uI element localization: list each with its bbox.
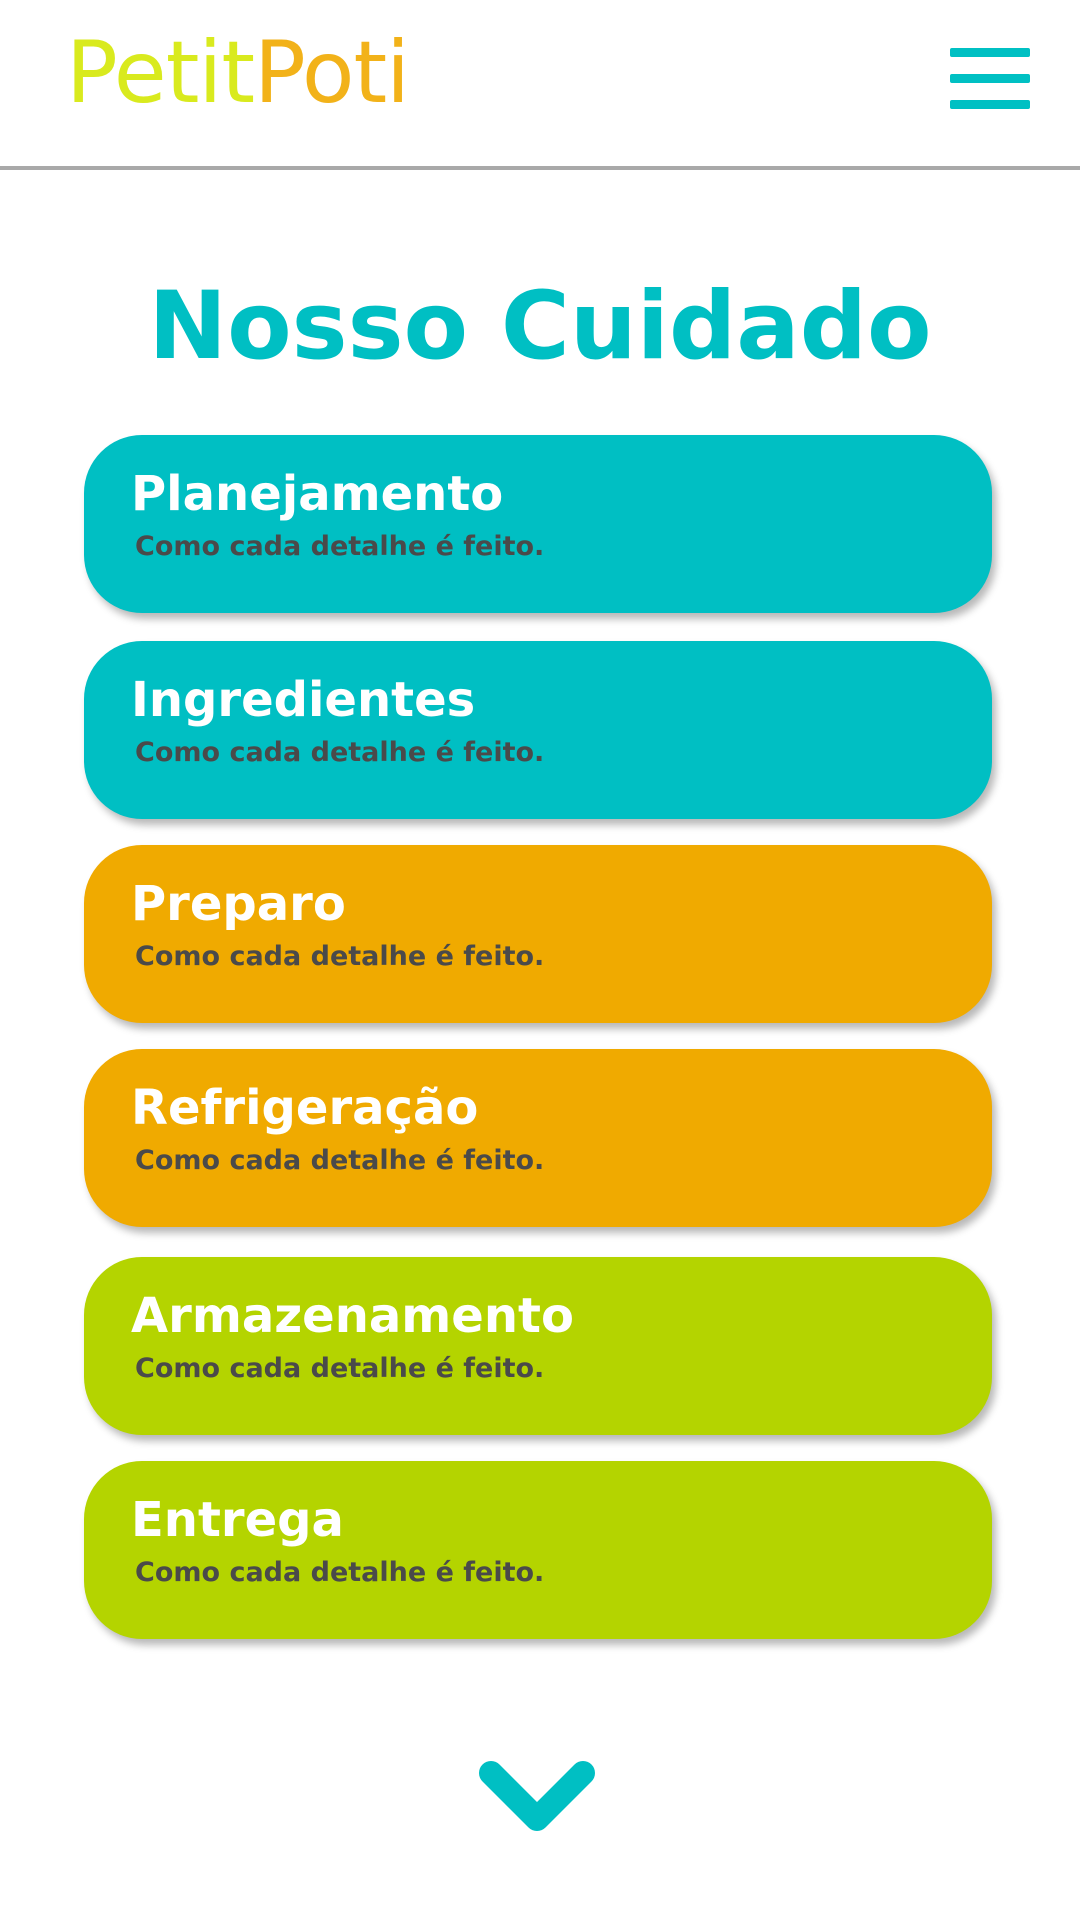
logo-text-petit: Petit [66,23,255,123]
card-subtitle: Como cada detalhe é feito. [135,941,545,972]
card-title: Refrigeração [131,1080,479,1136]
card-entrega[interactable]: Entrega Como cada detalhe é feito. [84,1461,992,1639]
logo-text-poti: Poti [254,23,410,123]
menu-line [950,48,1030,57]
card-refrigeracao[interactable]: Refrigeração Como cada detalhe é feito. [84,1049,992,1227]
card-title: Ingredientes [131,672,476,728]
chevron-down-icon[interactable] [478,1760,596,1836]
site-header: Petit Poti [0,0,1080,170]
card-subtitle: Como cada detalhe é feito. [135,1145,545,1176]
card-planejamento[interactable]: Planejamento Como cada detalhe é feito. [84,435,992,613]
hamburger-menu-icon[interactable] [950,48,1030,110]
card-title: Planejamento [131,466,504,522]
petitpoti-logo[interactable]: Petit Poti [66,23,410,123]
menu-line [950,100,1030,109]
card-title: Entrega [131,1492,344,1548]
card-subtitle: Como cada detalhe é feito. [135,737,545,768]
card-subtitle: Como cada detalhe é feito. [135,531,545,562]
page-title: Nosso Cuidado [148,272,932,381]
card-title: Armazenamento [131,1288,574,1344]
card-subtitle: Como cada detalhe é feito. [135,1557,545,1588]
card-ingredientes[interactable]: Ingredientes Como cada detalhe é feito. [84,641,992,819]
menu-line [950,74,1030,83]
card-subtitle: Como cada detalhe é feito. [135,1353,545,1384]
card-armazenamento[interactable]: Armazenamento Como cada detalhe é feito. [84,1257,992,1435]
card-preparo[interactable]: Preparo Como cada detalhe é feito. [84,845,992,1023]
card-title: Preparo [131,876,346,932]
